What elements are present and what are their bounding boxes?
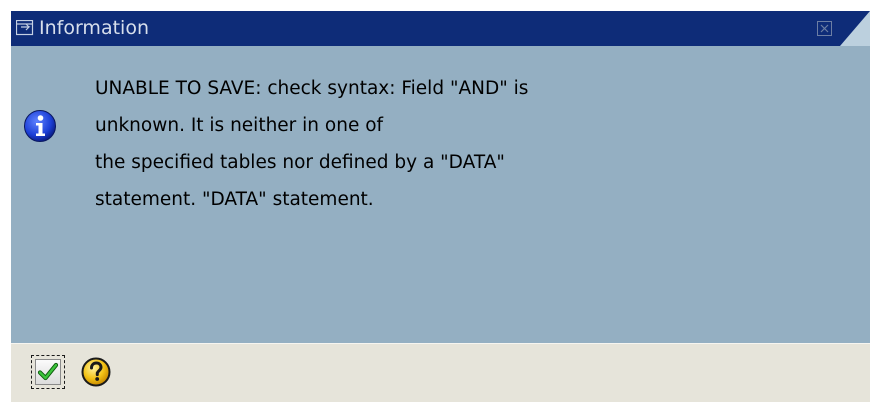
continue-button-face <box>35 359 61 385</box>
close-button[interactable] <box>817 21 832 36</box>
help-button[interactable] <box>80 356 112 388</box>
continue-button[interactable] <box>31 355 65 389</box>
message-line: statement. "DATA" statement. <box>95 189 374 210</box>
question-mark-icon <box>81 357 111 387</box>
message-line: the specified tables nor defined by a "D… <box>95 152 505 173</box>
checkmark-icon <box>37 362 59 381</box>
title-bar[interactable]: Information <box>11 11 870 46</box>
message-text: UNABLE TO SAVE: check syntax: Field "AND… <box>95 70 795 218</box>
dialog-title: Information <box>39 17 149 39</box>
information-dialog: Information UNABLE TO SAVE: check syntax… <box>11 11 870 402</box>
message-line: UNABLE TO SAVE: check syntax: Field "AND… <box>95 78 529 99</box>
info-icon <box>24 110 56 142</box>
button-toolbar <box>11 343 870 402</box>
dialog-window-icon <box>16 20 34 36</box>
close-icon <box>820 24 829 33</box>
message-line: unknown. It is neither in one of <box>95 115 384 136</box>
title-bar-corner <box>840 11 870 46</box>
